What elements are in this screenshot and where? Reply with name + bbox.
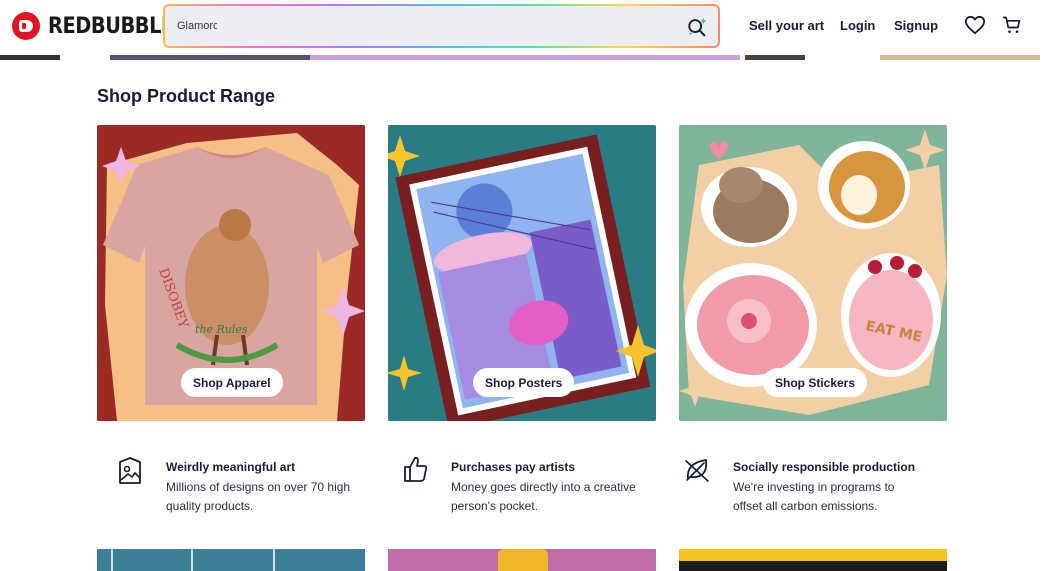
prop-desc-art: Millions of designs on over 70 high qual… (166, 478, 350, 516)
posters-card[interactable]: Shop Posters (388, 125, 656, 421)
search-box (165, 6, 718, 46)
cart-icon[interactable] (1002, 15, 1022, 35)
prop-desc-responsible-line2: offset all carbon emissions. (733, 499, 878, 513)
stickers-card[interactable]: EAT ME Shop Stickers (679, 125, 947, 421)
brand-name: REDBUBBLE (48, 13, 174, 39)
search-bar (163, 4, 720, 48)
product-card-bottom-1[interactable] (97, 549, 365, 571)
thumbs-up-icon (404, 456, 428, 482)
prop-desc-artists-line1: Money goes directly into a creative (451, 480, 636, 494)
product-card-bottom-2[interactable] (388, 549, 656, 571)
tshirt-word-bottom: the Rules (195, 323, 248, 336)
apparel-card[interactable]: DISOBEY the Rules Shop Apparel (97, 125, 365, 421)
prop-title-responsible: Socially responsible production (733, 460, 916, 474)
login-link[interactable]: Login (840, 18, 875, 33)
prop-desc-artists-line2: person's pocket. (451, 499, 539, 513)
shop-apparel-button[interactable]: Shop Apparel (181, 368, 283, 397)
prop-desc-artists: Money goes directly into a creative pers… (451, 478, 636, 516)
prop-title-art: Weirdly meaningful art (166, 460, 296, 474)
site-header: REDBUBBLE Sell your art Login Signup (0, 0, 1047, 52)
prop-desc-art-line2: quality products. (166, 499, 254, 513)
redbubble-logo-icon (12, 12, 40, 40)
product-card-bottom-3[interactable] (679, 549, 947, 571)
leaf-icon (685, 459, 709, 482)
search-input[interactable] (177, 16, 217, 36)
prop-title-artists: Purchases pay artists (451, 460, 576, 474)
prop-desc-art-line1: Millions of designs on over 70 high (166, 480, 351, 494)
shop-stickers-button[interactable]: Shop Stickers (763, 368, 868, 397)
hero-banner-edge (0, 52, 1047, 60)
shop-posters-button[interactable]: Shop Posters (473, 368, 575, 397)
image-frame-icon (119, 457, 141, 484)
prop-desc-responsible-line1: We're investing in programs to (733, 480, 895, 494)
prop-desc-responsible: We're investing in programs to offset al… (733, 478, 894, 516)
section-title: Shop Product Range (97, 86, 276, 106)
search-icon[interactable] (686, 16, 708, 38)
heart-icon[interactable] (964, 15, 986, 35)
sell-your-art-link[interactable]: Sell your art (749, 18, 824, 33)
signup-link[interactable]: Signup (894, 18, 938, 33)
